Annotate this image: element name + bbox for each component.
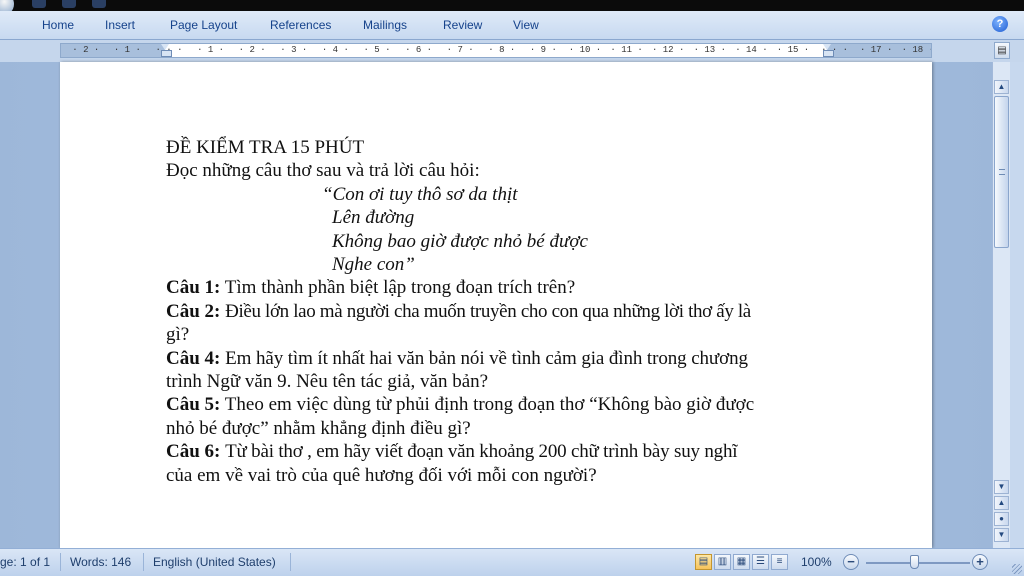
status-separator [60,553,61,571]
ruler-tick-label: · 18 · [901,45,931,55]
scroll-up-button[interactable]: ▲ [994,80,1009,94]
ruler-tick-label: · 12 · [651,45,685,55]
horizontal-ruler[interactable]: · 2 · · 1 · · · · · 1 · · 2 · · 3 · · 4 · · 5 ·… [60,43,932,58]
ruler-tick-label: · 2 · [238,45,266,55]
print-layout-view-icon[interactable]: ▤ [695,554,712,570]
poem-block: “Con ơi tuy thô sơ da thịt Lên đường Khô… [166,183,836,277]
left-indent-marker[interactable] [161,44,172,57]
page-count[interactable]: ge: 1 of 1 [0,555,50,569]
horizontal-ruler-row: · 2 · · 1 · · · · · 1 · · 2 · · 3 · · 4 · · 5 ·… [0,40,1024,62]
instruction-text: Đọc những câu thơ sau và trả lời câu hỏi… [166,160,480,182]
question-text: Điều lớn lao mà người cha muốn truyền ch… [225,300,751,322]
ruler-corner [0,40,60,62]
save-icon[interactable] [32,0,46,8]
status-separator [290,553,291,571]
ruler-tick-label: · 15 · [776,45,810,55]
ruler-tick-label: · · · [821,45,849,55]
tab-home[interactable]: Home [42,18,74,32]
question-label: Câu 5: [166,394,221,416]
redo-icon[interactable] [92,0,106,8]
zoom-slider-thumb[interactable] [910,555,919,569]
question-1: Câu 1: Tìm thành phần biệt lập trong đoạ… [166,276,836,299]
ruler-tick-label: · 2 · [72,45,100,55]
full-screen-reading-view-icon[interactable]: ▥ [714,554,731,570]
poem-line: Nghe con” [332,254,415,276]
question-label: Câu 2: [166,300,221,322]
question-text: của em về vai trò của quê hương đối với … [166,464,597,486]
ruler-tick-label: · 1 · [113,45,141,55]
poem-line: Không bao giờ được nhỏ bé được [332,230,588,252]
question-label: Câu 1: [166,277,221,299]
tab-review[interactable]: Review [443,18,482,32]
ruler-tick-label: · 4 · [321,45,349,55]
ruler-scale: · 2 · · 1 · · · · · 1 · · 2 · · 3 · · 4 · · 5 ·… [61,44,931,57]
question-text: gì? [166,324,190,346]
question-4: Câu 4: Em hãy tìm ít nhất hai văn bản nó… [166,347,836,394]
title-bar [0,0,1024,16]
zoom-level[interactable]: 100% [801,555,832,569]
status-separator [143,553,144,571]
tab-page-layout[interactable]: Page Layout [170,18,237,32]
ruler-tick-label: · 8 · [488,45,516,55]
undo-icon[interactable] [62,0,76,8]
document-title: ĐỀ KIỂM TRA 15 PHÚT [166,137,365,158]
question-text: nhỏ bé được” nhằm khẳng định điều gì? [166,417,471,439]
question-text: Tìm thành phần biệt lập trong đoạn trích… [224,277,576,299]
status-bar: ge: 1 of 1 Words: 146 English (United St… [0,548,1024,576]
ruler-tick-label: · 6 · [405,45,433,55]
poem-line: Lên đường [332,207,415,229]
question-text: Theo em việc dùng từ phủi định trong đoạ… [224,394,755,416]
question-text: trình Ngữ văn 9. Nêu tên tác giả, văn bả… [166,371,489,393]
window-right-edge [1010,62,1024,548]
outline-view-icon[interactable]: ☰ [752,554,769,570]
vertical-scrollbar[interactable]: ▲ ▼ ▲ ● ▼ [992,62,1010,548]
document-content[interactable]: ĐỀ KIỂM TRA 15 PHÚT Đọc những câu thơ sa… [166,136,836,487]
view-ruler-icon[interactable]: ▤ [994,42,1010,59]
tab-view[interactable]: View [513,18,539,32]
ruler-tick-label: · 14 · [735,45,768,55]
tab-references[interactable]: References [270,18,331,32]
next-page-button[interactable]: ▼ [994,528,1009,542]
ruler-tick-label: · 9 · [529,45,557,55]
zoom-in-button[interactable]: + [972,554,988,570]
scroll-thumb[interactable] [994,96,1009,248]
tab-mailings[interactable]: Mailings [363,18,407,32]
poem-line: “Con ơi tuy thô sơ da thịt [322,183,518,205]
question-label: Câu 4: [166,347,221,369]
ruler-tick-label: · 11 · [610,45,643,55]
scroll-down-button[interactable]: ▼ [994,480,1009,494]
question-label: Câu 6: [166,441,221,463]
question-text: Từ bài thơ , em hãy viết đoạn văn khoảng… [225,441,738,463]
select-browse-object-button[interactable]: ● [994,512,1009,526]
ruler-tick-label: · 5 · [363,45,391,55]
ribbon-tab-bar: Home Insert Page Layout References Maili… [0,11,1024,40]
help-icon[interactable]: ? [992,16,1008,32]
ruler-tick-label: · 13 · [693,45,726,55]
ruler-tick-label: · 17 · [859,45,893,55]
question-text: Em hãy tìm ít nhất hai văn bản nói về tì… [225,347,748,369]
grip-icon [999,169,1005,175]
ruler-tick-label: · 1 · [197,45,225,55]
question-6: Câu 6: Từ bài thơ , em hãy viết đoạn văn… [166,440,836,487]
language-indicator[interactable]: English (United States) [153,555,276,569]
resize-grip-icon[interactable] [1012,564,1022,574]
question-2: Câu 2: Điều lớn lao mà người cha muốn tr… [166,300,836,347]
ruler-tick-label: · 7 · [446,45,474,55]
previous-page-button[interactable]: ▲ [994,496,1009,510]
web-layout-view-icon[interactable]: ▦ [733,554,750,570]
right-indent-marker[interactable] [823,44,834,57]
document-page[interactable]: ĐỀ KIỂM TRA 15 PHÚT Đọc những câu thơ sa… [60,62,932,548]
zoom-out-button[interactable]: − [843,554,859,570]
draft-view-icon[interactable]: ≡ [771,554,788,570]
word-count[interactable]: Words: 146 [70,555,131,569]
question-5: Câu 5: Theo em việc dùng từ phủi định tr… [166,393,836,440]
tab-insert[interactable]: Insert [105,18,135,32]
document-area: ĐỀ KIỂM TRA 15 PHÚT Đọc những câu thơ sa… [0,62,992,548]
ruler-tick-label: · 3 · [280,45,308,55]
ruler-tick-label: · 10 · [568,45,602,55]
